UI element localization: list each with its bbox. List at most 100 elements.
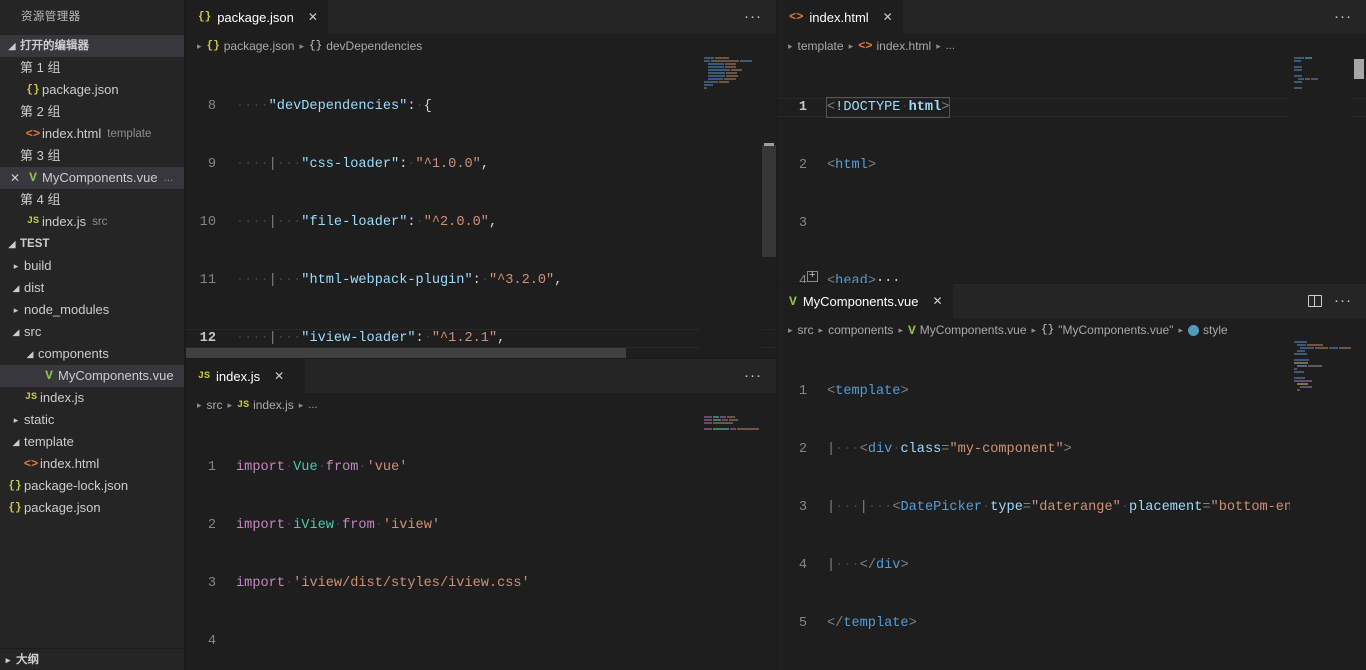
code-line: 5</template> [777, 614, 1366, 633]
breadcrumb-item-file[interactable]: V MyComponents.vue [908, 323, 1027, 338]
tree-item-dist[interactable]: ◢ dist [0, 277, 186, 299]
section-outline-label: 大纲 [16, 649, 39, 670]
vertical-scrollbar-package-json[interactable] [762, 57, 776, 358]
code-line: 2import·iView·from·'iview' [186, 516, 776, 535]
code-line: 1<template> [777, 382, 1366, 401]
code-area-index-js[interactable]: 1import·Vue·from·'vue' 2import·iView·fro… [186, 416, 776, 670]
tree-item-label: components [38, 343, 109, 365]
breadcrumb-item-ellipsis[interactable]: ... [946, 40, 955, 52]
chevron-right-icon: ▸ [787, 41, 794, 52]
explorer-sidebar: 资源管理器 ◢ 打开的编辑器 第 1 组 {} package.json 第 2… [0, 0, 186, 670]
code-lines: 1<!DOCTYPE·html> 2<html> 3 4+<head>··· 9… [777, 57, 1366, 283]
tab-index-html[interactable]: <> index.html ✕ [777, 0, 904, 34]
chevron-down-icon: ◢ [22, 343, 38, 365]
tree-item-package-json[interactable]: {} package.json [0, 497, 186, 519]
tab-index-js[interactable]: JS index.js ✕ [186, 359, 306, 393]
tree-item-template[interactable]: ◢ template [0, 431, 186, 453]
open-editor-label: index.html [42, 123, 101, 145]
json-icon: {} [24, 79, 42, 101]
close-icon[interactable]: ✕ [883, 10, 893, 24]
tab-package-json[interactable]: {} package.json ✕ [186, 0, 329, 34]
split-editor-icon[interactable] [1308, 295, 1322, 307]
breadcrumb-item-ellipsis[interactable]: ... [308, 399, 317, 411]
tabbar-index-html: <> index.html ✕ ··· [777, 0, 1366, 35]
breadcrumb-item-file[interactable]: <> index.html [858, 39, 931, 53]
breadcrumb-label: src [798, 323, 814, 337]
breadcrumb-item-symbol[interactable]: {} "MyComponents.vue" [1041, 323, 1173, 337]
tree-item-label: static [24, 409, 54, 431]
tabbar-actions: ··· [730, 359, 776, 393]
vertical-scrollbar-mycomponents-vue[interactable] [1352, 341, 1366, 670]
open-editor-package-json[interactable]: {} package.json [0, 79, 186, 101]
open-editor-index-html[interactable]: <> index.html template [0, 123, 186, 145]
vue-icon: V [789, 294, 797, 309]
tree-item-label: index.js [40, 387, 84, 409]
tree-item-mycomponents-vue[interactable]: V MyComponents.vue [0, 365, 186, 387]
close-icon[interactable]: ✕ [932, 294, 942, 308]
code-line: 9····|···"css-loader":·"^1.0.0", [186, 155, 776, 174]
section-outline[interactable]: ▸ 大纲 [0, 648, 186, 670]
breadcrumb-item-src[interactable]: src [798, 323, 814, 337]
code-line: 1import·Vue·from·'vue' [186, 458, 776, 477]
sidebar-title: 资源管理器 [0, 0, 186, 35]
more-actions-icon[interactable]: ··· [1334, 296, 1352, 306]
tree-item-label: build [24, 255, 51, 277]
tree-item-package-lock-json[interactable]: {} package-lock.json [0, 475, 186, 497]
tree-item-src[interactable]: ◢ src [0, 321, 186, 343]
breadcrumb-item-components[interactable]: components [828, 323, 893, 337]
code-line: 4|···</div> [777, 556, 1366, 575]
vertical-scrollbar-index-js[interactable] [762, 416, 776, 670]
breadcrumb-item-file[interactable]: JS index.js [237, 398, 294, 412]
code-area-package-json[interactable]: 8····"devDependencies":·{ 9····|···"css-… [186, 57, 776, 358]
tab-mycomponents-vue[interactable]: V MyComponents.vue ✕ [777, 284, 954, 318]
vue-icon: V [24, 167, 42, 189]
tree-item-index-js[interactable]: JS index.js [0, 387, 186, 409]
tree-item-index-html[interactable]: <> index.html [0, 453, 186, 475]
tab-label: package.json [217, 10, 294, 25]
editor-group-right: <> index.html ✕ ··· ▸ template ▸ <> inde… [776, 0, 1366, 670]
group-label: 第 3 组 [0, 145, 60, 167]
code-line: 2<html> [777, 156, 1366, 175]
editor-group-center: {} package.json ✕ ··· ▸ {} package.json … [186, 0, 776, 670]
tree-item-node-modules[interactable]: ▸ node_modules [0, 299, 186, 321]
open-editor-desc: template [107, 123, 151, 145]
more-actions-icon[interactable]: ··· [1334, 12, 1352, 22]
tree-item-components[interactable]: ◢ components [0, 343, 186, 365]
chevron-down-icon: ◢ [4, 35, 20, 57]
chevron-right-icon: ▸ [8, 255, 24, 277]
open-editors-group-2: 第 2 组 [0, 101, 186, 123]
tree-item-static[interactable]: ▸ static [0, 409, 186, 431]
section-open-editors[interactable]: ◢ 打开的编辑器 [0, 35, 186, 57]
chevron-right-icon: ▸ [935, 41, 942, 52]
open-editor-mycomponents-vue[interactable]: ✕ V MyComponents.vue ... [0, 167, 186, 189]
code-area-index-html[interactable]: 1<!DOCTYPE·html> 2<html> 3 4+<head>··· 9… [777, 57, 1366, 283]
tree-item-build[interactable]: ▸ build [0, 255, 186, 277]
close-icon[interactable]: ✕ [274, 369, 284, 383]
section-test-folder[interactable]: ◢ TEST [0, 233, 186, 255]
code-area-mycomponents-vue[interactable]: 1<template> 2|···<div·class="my-componen… [777, 341, 1366, 670]
breadcrumb-item-folder[interactable]: src [207, 398, 223, 412]
breadcrumb-label: ... [308, 399, 317, 411]
vertical-scrollbar-index-html[interactable] [1352, 57, 1366, 283]
open-editor-index-js[interactable]: JS index.js src [0, 211, 186, 233]
tabbar-mycomponents-vue: V MyComponents.vue ✕ ··· [777, 284, 1366, 319]
css-icon [1188, 325, 1199, 336]
close-icon[interactable]: ✕ [6, 167, 24, 189]
tabbar-actions: ··· [1320, 0, 1366, 34]
close-icon[interactable]: ✕ [308, 10, 318, 24]
more-actions-icon[interactable]: ··· [744, 12, 762, 22]
breadcrumb-package-json: ▸ {} package.json ▸ {} devDependencies [186, 35, 776, 57]
breadcrumb-item-style[interactable]: style [1188, 323, 1228, 337]
editor-package-json: {} package.json ✕ ··· ▸ {} package.json … [186, 0, 776, 358]
code-line: 10····|···"file-loader":·"^2.0.0", [186, 213, 776, 232]
horizontal-scrollbar-package-json[interactable] [186, 348, 776, 358]
tree-item-label: dist [24, 277, 44, 299]
tabbar-index-js: JS index.js ✕ ··· [186, 359, 776, 394]
chevron-right-icon: ▸ [1177, 325, 1184, 336]
chevron-right-icon: ▸ [196, 41, 203, 52]
group-label: 第 1 组 [0, 57, 60, 79]
breadcrumb-item-symbol[interactable]: {} devDependencies [309, 39, 422, 53]
more-actions-icon[interactable]: ··· [744, 371, 762, 381]
breadcrumb-item-file[interactable]: {} package.json [207, 39, 295, 53]
breadcrumb-item-folder[interactable]: template [798, 39, 844, 53]
